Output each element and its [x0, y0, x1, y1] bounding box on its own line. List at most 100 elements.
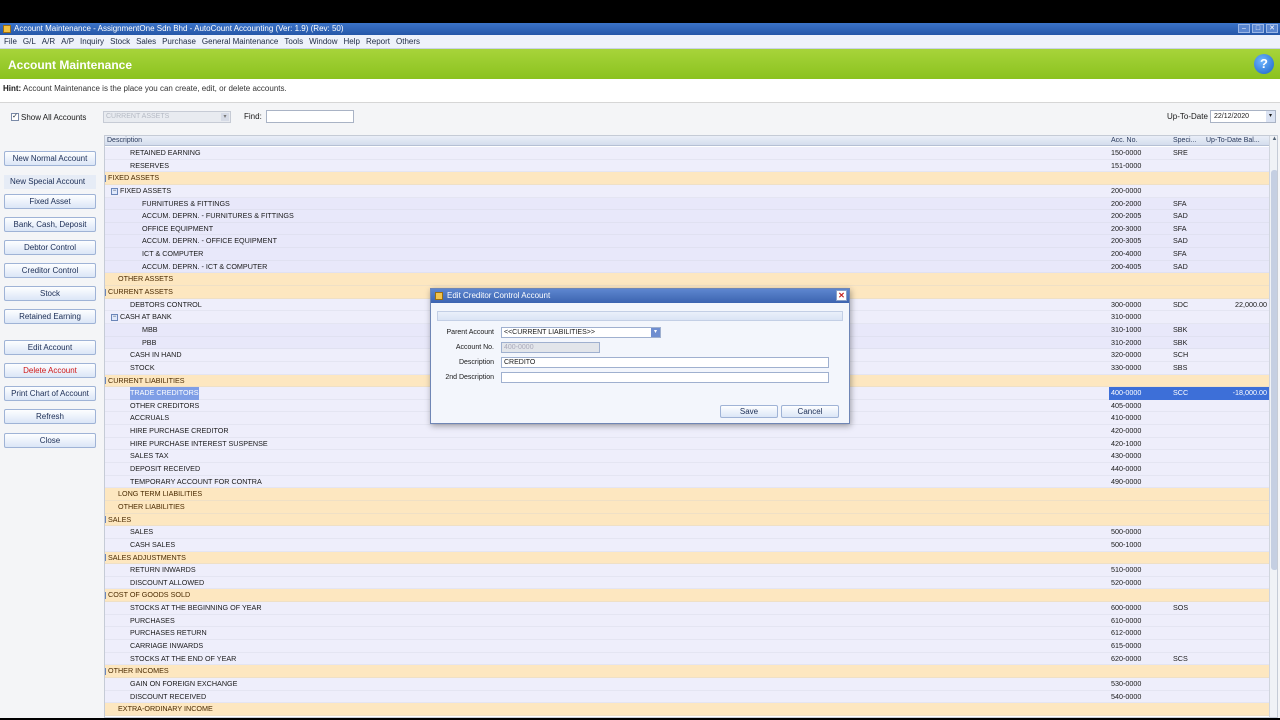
help-icon[interactable]: ? — [1254, 54, 1274, 74]
table-row[interactable]: LONG TERM LIABILITIES — [105, 488, 1269, 501]
row-description-text: DISCOUNT ALLOWED — [130, 577, 205, 587]
table-row[interactable]: OTHER LIABILITIES — [105, 500, 1269, 514]
table-row[interactable]: −COST OF GOODS SOLD — [105, 589, 1269, 603]
up-to-date-input[interactable]: 22/12/2020 ▾ — [1210, 110, 1276, 123]
chevron-down-icon[interactable]: ▾ — [651, 328, 660, 337]
new-normal-account-button[interactable]: New Normal Account — [4, 151, 96, 166]
menu-report[interactable]: Report — [366, 37, 390, 46]
collapse-toggle-icon[interactable]: − — [105, 174, 106, 182]
table-row[interactable]: −FIXED ASSETS — [105, 172, 1269, 185]
menu-others[interactable]: Others — [396, 37, 420, 46]
show-all-checkbox[interactable]: ✓ — [11, 113, 19, 121]
table-row[interactable]: OTHER ASSETS — [105, 273, 1269, 287]
collapse-toggle-icon[interactable]: − — [111, 313, 118, 321]
table-row[interactable]: DISCOUNT RECEIVED 540-0000 — [105, 690, 1269, 704]
bank-cash-deposit-button[interactable]: Bank, Cash, Deposit — [4, 217, 96, 232]
table-row[interactable]: ICT & COMPUTER 200-4000 SFA — [105, 248, 1269, 261]
hint-text: Account Maintenance is the place you can… — [23, 84, 287, 93]
table-row[interactable]: ACCUM. DEPRN. - FURNITURES & FITTINGS 200… — [105, 210, 1269, 223]
table-row[interactable]: −SALES ADJUSTMENTS — [105, 551, 1269, 565]
row-acc-no: 200-0000 — [1111, 185, 1142, 195]
table-row[interactable]: −SALES — [105, 513, 1269, 527]
refresh-button[interactable]: Refresh — [4, 409, 96, 424]
table-row[interactable]: RETURN INWARDS 510-0000 — [105, 564, 1269, 577]
table-row[interactable]: PURCHASES 610-0000 — [105, 614, 1269, 628]
table-row[interactable]: CASH SALES 500-1000 — [105, 538, 1269, 552]
menu-help[interactable]: Help — [344, 37, 360, 46]
category-dropdown[interactable]: CURRENT ASSETS ▾ — [103, 111, 231, 123]
menu-sales[interactable]: Sales — [136, 37, 156, 46]
menu-gl[interactable]: G/L — [23, 37, 36, 46]
scroll-up-icon[interactable]: ▲ — [1271, 136, 1277, 146]
grid-header: Description Acc. No. Speci... Up-To-Date… — [105, 136, 1269, 146]
table-row[interactable]: SALES TAX 430-0000 — [105, 450, 1269, 464]
col-description[interactable]: Description — [107, 137, 142, 144]
table-row[interactable]: − FIXED ASSETS 200-0000 — [105, 184, 1269, 198]
table-row[interactable]: FURNITURES & FITTINGS 200-2000 SFA — [105, 197, 1269, 211]
collapse-toggle-icon[interactable]: − — [105, 667, 106, 675]
cancel-button[interactable]: Cancel — [781, 405, 839, 418]
col-special[interactable]: Speci... — [1173, 137, 1196, 144]
table-row[interactable]: HIRE PURCHASE CREDITOR 420-0000 — [105, 425, 1269, 438]
grid-scrollbar[interactable]: ▲ — [1269, 136, 1277, 717]
menu-window[interactable]: Window — [309, 37, 337, 46]
collapse-toggle-icon[interactable]: − — [111, 187, 118, 195]
second-description-input[interactable] — [501, 372, 829, 383]
table-row[interactable]: STOCKS AT THE END OF YEAR 620-0000 SCS — [105, 652, 1269, 666]
menu-tools[interactable]: Tools — [284, 37, 303, 46]
table-row[interactable]: ACCUM. DEPRN. - OFFICE EQUIPMENT 200-3005… — [105, 235, 1269, 249]
collapse-toggle-icon[interactable]: − — [105, 554, 106, 562]
row-description-text: TEMPORARY ACCOUNT FOR CONTRA — [130, 476, 262, 486]
menu-ar[interactable]: A/R — [42, 37, 55, 46]
menu-inquiry[interactable]: Inquiry — [80, 37, 104, 46]
creditor-control-button[interactable]: Creditor Control — [4, 263, 96, 278]
close-window-button[interactable]: ✕ — [1266, 24, 1278, 33]
description-input[interactable]: CREDITO — [501, 357, 829, 368]
menu-stock[interactable]: Stock — [110, 37, 130, 46]
stock-button[interactable]: Stock — [4, 286, 96, 301]
table-row[interactable]: GAIN ON FOREIGN EXCHANGE 530-0000 — [105, 677, 1269, 691]
table-row[interactable]: CARRIAGE INWARDS 615-0000 — [105, 639, 1269, 653]
table-row[interactable]: OFFICE EQUIPMENT 200-3000 SFA — [105, 222, 1269, 236]
fixed-asset-button[interactable]: Fixed Asset — [4, 194, 96, 209]
collapse-toggle-icon[interactable]: − — [105, 288, 106, 296]
menu-ap[interactable]: A/P — [61, 37, 74, 46]
row-special: SDC — [1173, 299, 1189, 309]
table-row[interactable]: DISCOUNT ALLOWED 520-0000 — [105, 576, 1269, 590]
table-row[interactable]: SALES 500-0000 — [105, 526, 1269, 539]
save-button[interactable]: Save — [720, 405, 778, 418]
close-button[interactable]: Close — [4, 433, 96, 448]
col-acc-no[interactable]: Acc. No. — [1111, 137, 1137, 144]
minimize-button[interactable]: – — [1238, 24, 1250, 33]
collapse-toggle-icon[interactable]: − — [105, 377, 106, 385]
table-row[interactable]: DEPOSIT RECEIVED 440-0000 — [105, 463, 1269, 476]
table-row[interactable]: TEMPORARY ACCOUNT FOR CONTRA 490-0000 — [105, 475, 1269, 489]
edit-account-button[interactable]: Edit Account — [4, 340, 96, 355]
table-row[interactable]: RETAINED EARNING 150-0000 SRE — [105, 147, 1269, 160]
print-chart-of-account-button[interactable]: Print Chart of Account — [4, 386, 96, 401]
table-row[interactable]: HIRE PURCHASE INTEREST SUSPENSE 420-1000 — [105, 437, 1269, 451]
collapse-toggle-icon[interactable]: − — [105, 516, 106, 524]
col-balance[interactable]: Up-To-Date Bal... — [1206, 137, 1260, 144]
retained-earning-button[interactable]: Retained Earning — [4, 309, 96, 324]
delete-account-button[interactable]: Delete Account — [4, 363, 96, 378]
calendar-dropdown-icon[interactable]: ▾ — [1266, 111, 1275, 122]
menu-purchase[interactable]: Purchase — [162, 37, 196, 46]
table-row[interactable]: −OTHER INCOMES — [105, 665, 1269, 678]
table-row[interactable]: STOCKS AT THE BEGINNING OF YEAR 600-0000 S… — [105, 602, 1269, 615]
menu-general-maintenance[interactable]: General Maintenance — [202, 37, 279, 46]
table-row[interactable]: ACCUM. DEPRN. - ICT & COMPUTER 200-4005 SA… — [105, 260, 1269, 274]
row-description: − CASH AT BANK — [111, 311, 172, 324]
maximize-button[interactable]: □ — [1252, 24, 1264, 33]
table-row[interactable]: RESERVES 151-0000 — [105, 159, 1269, 173]
debtor-control-button[interactable]: Debtor Control — [4, 240, 96, 255]
collapse-toggle-icon[interactable]: − — [105, 592, 106, 600]
table-row[interactable]: EXTRA-ORDINARY INCOME — [105, 703, 1269, 716]
table-row[interactable]: PURCHASES RETURN 612-0000 — [105, 627, 1269, 640]
find-input[interactable] — [266, 110, 354, 123]
menu-file[interactable]: File — [4, 37, 17, 46]
title-bar: Account Maintenance - AssignmentOne Sdn … — [0, 23, 1280, 35]
dialog-close-icon[interactable]: ✕ — [836, 290, 847, 301]
parent-account-dropdown[interactable]: <<CURRENT LIABILITIES>> ▾ — [501, 327, 661, 338]
scroll-thumb[interactable] — [1271, 170, 1277, 570]
